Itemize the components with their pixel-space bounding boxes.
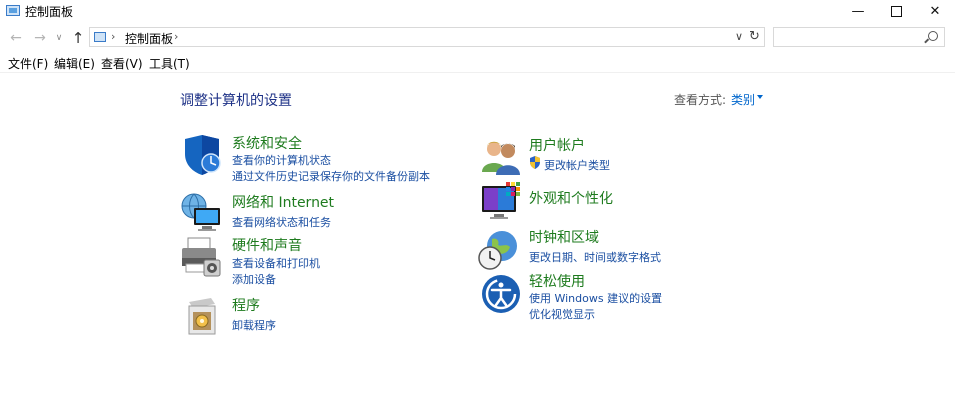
category-appearance-personalization[interactable]: 外观和个性化 <box>529 188 613 208</box>
address-bar[interactable]: › 控制面板 › ∨ ↻ <box>89 27 765 47</box>
menu-view[interactable]: 查看(V) <box>101 55 143 72</box>
search-input[interactable] <box>773 27 945 47</box>
window-title: 控制面板 <box>25 5 74 19</box>
menu-tools[interactable]: 工具(T) <box>149 55 190 72</box>
monitor-palette-icon[interactable] <box>480 180 522 222</box>
category-programs[interactable]: 程序 <box>232 295 260 315</box>
title-bar: 控制面板 — ✕ <box>0 0 955 24</box>
category-system-security[interactable]: 系统和安全 <box>232 133 302 153</box>
search-icon[interactable] <box>928 31 938 41</box>
view-by-dropdown[interactable]: 类别 <box>731 91 755 108</box>
view-by-label: 查看方式: <box>674 93 727 107</box>
maximize-icon <box>890 5 902 17</box>
link-file-history-backup[interactable]: 通过文件历史记录保存你的文件备份副本 <box>232 168 430 184</box>
category-hardware-sound[interactable]: 硬件和声音 <box>232 235 302 255</box>
accessibility-icon[interactable] <box>480 273 522 315</box>
category-clock-region[interactable]: 时钟和区域 <box>529 227 599 247</box>
close-icon: ✕ <box>929 3 941 19</box>
link-optimize-visual-display[interactable]: 优化视觉显示 <box>529 306 595 322</box>
printer-icon[interactable] <box>180 236 222 278</box>
programs-box-icon[interactable] <box>181 296 223 338</box>
link-change-account-type[interactable]: 更改帐户类型 <box>544 157 610 173</box>
chevron-down-icon: ∨ <box>55 33 63 43</box>
link-network-status[interactable]: 查看网络状态和任务 <box>232 214 331 230</box>
forward-button[interactable]: → <box>31 28 49 48</box>
menu-bar: 文件(F) 编辑(E) 查看(V) 工具(T) <box>0 54 955 73</box>
refresh-button[interactable]: ↻ <box>749 29 760 44</box>
category-user-accounts[interactable]: 用户帐户 <box>529 135 585 155</box>
address-dropdown-button[interactable]: ∨ <box>735 30 743 43</box>
users-icon[interactable] <box>480 136 522 178</box>
security-shield-icon[interactable] <box>181 134 223 176</box>
back-arrow-icon: ← <box>10 30 22 46</box>
breadcrumb-separator[interactable]: › <box>174 30 178 43</box>
maximize-button[interactable] <box>879 0 913 22</box>
caret-down-icon[interactable] <box>757 95 763 99</box>
minimize-icon: — <box>851 3 865 19</box>
up-button[interactable]: ↑ <box>69 28 87 48</box>
category-network-internet[interactable]: 网络和 Internet <box>232 192 334 212</box>
link-change-date-time-format[interactable]: 更改日期、时间或数字格式 <box>529 249 661 265</box>
control-panel-icon <box>94 32 106 42</box>
navigation-bar: ← → ∨ ↑ › 控制面板 › ∨ ↻ <box>0 26 955 50</box>
link-windows-recommended-settings[interactable]: 使用 Windows 建议的设置 <box>529 290 662 306</box>
recent-locations-button[interactable]: ∨ <box>53 28 65 48</box>
breadcrumb-control-panel[interactable]: 控制面板 <box>125 30 173 47</box>
link-add-device[interactable]: 添加设备 <box>232 271 276 287</box>
network-globe-icon[interactable] <box>180 192 222 234</box>
back-button[interactable]: ← <box>7 28 25 48</box>
forward-arrow-icon: → <box>34 30 46 46</box>
page-title: 调整计算机的设置 <box>180 93 292 109</box>
breadcrumb-separator[interactable]: › <box>111 30 115 43</box>
menu-edit[interactable]: 编辑(E) <box>54 55 95 72</box>
link-devices-printers[interactable]: 查看设备和打印机 <box>232 255 320 271</box>
minimize-button[interactable]: — <box>841 0 875 22</box>
control-panel-icon <box>6 5 20 16</box>
uac-shield-icon <box>530 156 540 169</box>
clock-globe-icon[interactable] <box>478 229 520 271</box>
category-ease-of-access[interactable]: 轻松使用 <box>529 271 585 291</box>
link-view-computer-status[interactable]: 查看你的计算机状态 <box>232 152 331 168</box>
up-arrow-icon: ↑ <box>71 29 85 47</box>
menu-file[interactable]: 文件(F) <box>8 55 48 72</box>
close-button[interactable]: ✕ <box>918 0 952 22</box>
link-uninstall-program[interactable]: 卸载程序 <box>232 317 276 333</box>
